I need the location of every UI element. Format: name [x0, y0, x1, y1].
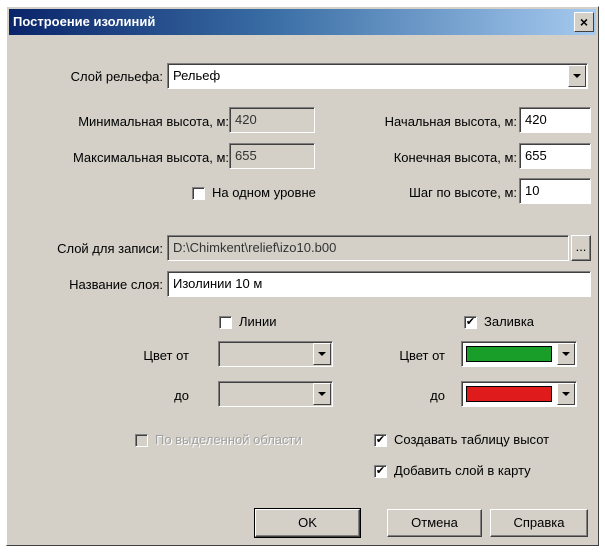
selected-area-label: По выделенной области — [155, 432, 302, 447]
fill-color-from-label: Цвет от — [399, 348, 445, 363]
fill-color-to-swatch — [466, 386, 552, 402]
end-height-input[interactable]: 655 — [519, 143, 591, 169]
help-button[interactable]: Справка — [490, 509, 588, 537]
write-layer-path: D:\Chimkent\relief\izo10.b00 — [167, 235, 569, 261]
fill-color-to-select[interactable] — [461, 381, 577, 407]
chevron-down-icon[interactable] — [313, 383, 331, 405]
close-icon: × — [579, 14, 589, 30]
browse-button[interactable]: ... — [571, 235, 591, 261]
min-height-field: 420 — [229, 107, 315, 133]
layer-name-input[interactable]: Изолинии 10 м — [167, 271, 591, 297]
dialog-title: Построение изолиний — [13, 14, 156, 29]
chevron-down-icon[interactable] — [568, 65, 586, 87]
selected-area-checkbox[interactable] — [135, 434, 148, 447]
create-table-checkbox[interactable]: ✔ — [374, 434, 387, 447]
min-height-label: Минимальная высота, м: — [78, 114, 229, 129]
lines-color-to-select[interactable] — [218, 381, 333, 407]
close-button[interactable]: × — [574, 12, 594, 32]
relief-layer-label: Слой рельефа: — [70, 69, 163, 84]
fill-color-from-select[interactable] — [461, 341, 577, 367]
create-table-label: Создавать таблицу высот — [394, 432, 550, 447]
max-height-label: Максимальная высота, м: — [72, 150, 229, 165]
fill-color-from-swatch — [466, 346, 552, 362]
relief-layer-select[interactable]: Рельеф — [167, 63, 588, 89]
isolines-dialog: Построение изолиний × Слой рельефа: Рель… — [6, 6, 599, 546]
end-height-label: Конечная высота, м: — [393, 150, 517, 165]
check-icon: ✔ — [375, 434, 386, 446]
step-label: Шаг по высоте, м: — [408, 185, 517, 200]
add-to-map-label: Добавить слой в карту — [394, 463, 531, 478]
relief-layer-value: Рельеф — [173, 68, 221, 83]
one-level-label: На одном уровне — [212, 185, 316, 200]
check-icon: ✔ — [465, 316, 476, 328]
layer-name-label: Название слоя: — [69, 277, 163, 292]
max-height-field: 655 — [229, 143, 315, 169]
add-to-map-checkbox[interactable]: ✔ — [374, 465, 387, 478]
lines-checkbox[interactable] — [219, 316, 232, 329]
lines-color-from-select[interactable] — [218, 341, 333, 367]
cancel-button[interactable]: Отмена — [387, 509, 482, 537]
start-height-input[interactable]: 420 — [519, 107, 591, 133]
step-input[interactable]: 10 — [519, 178, 591, 204]
chevron-down-icon[interactable] — [313, 343, 331, 365]
fill-label: Заливка — [484, 314, 535, 329]
ok-button[interactable]: OK — [254, 508, 361, 538]
check-icon: ✔ — [375, 465, 386, 477]
start-height-label: Начальная высота, м: — [384, 114, 517, 129]
lines-label: Линии — [239, 314, 277, 329]
one-level-checkbox[interactable] — [192, 187, 205, 200]
title-bar: Построение изолиний × — [9, 9, 596, 35]
fill-color-to-label: до — [430, 388, 445, 403]
write-layer-label: Слой для записи: — [57, 241, 163, 256]
chevron-down-icon[interactable] — [557, 383, 575, 405]
fill-checkbox[interactable]: ✔ — [464, 316, 477, 329]
lines-color-to-label: до — [174, 388, 189, 403]
chevron-down-icon[interactable] — [557, 343, 575, 365]
lines-color-from-label: Цвет от — [143, 348, 189, 363]
